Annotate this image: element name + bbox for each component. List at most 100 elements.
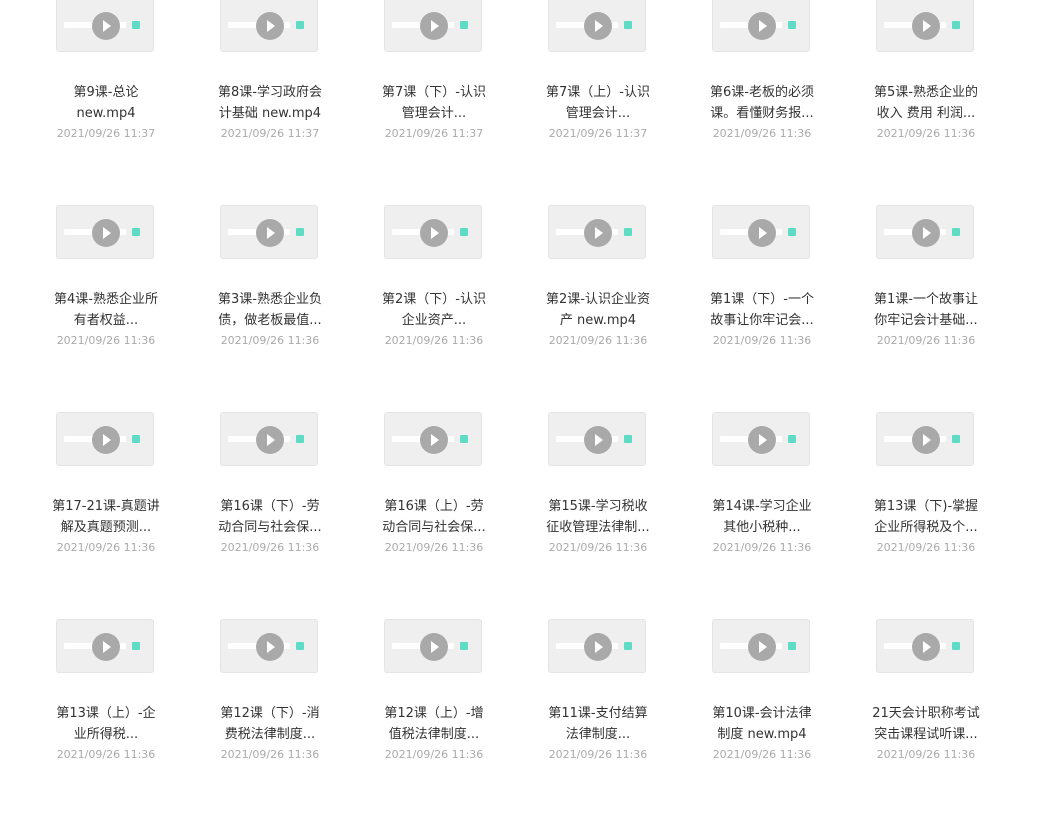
file-name-line2: 产 new.mp4 [559, 313, 637, 328]
file-name[interactable]: 21天会计职称考试 突击课程试听课... [844, 703, 1008, 745]
file-name[interactable]: 第12课（上）-增 值税法律制度... [352, 703, 516, 745]
file-name[interactable]: 第13课（下)-掌握 企业所得税及个... [844, 496, 1008, 538]
file-item[interactable]: 第11课-支付结算 法律制度... 2021/09/26 11:36 [516, 619, 680, 819]
video-thumbnail[interactable] [384, 205, 482, 259]
file-date: 2021/09/26 11:36 [220, 334, 320, 347]
play-icon [420, 426, 448, 454]
file-date: 2021/09/26 11:36 [876, 127, 976, 140]
file-item[interactable]: 第13课（下)-掌握 企业所得税及个... 2021/09/26 11:36 [844, 412, 1008, 612]
file-item[interactable]: 第2课-认识企业资 产 new.mp4 2021/09/26 11:36 [516, 205, 680, 405]
file-item[interactable]: 第9课-总论 new.mp4 2021/09/26 11:37 [24, 0, 188, 198]
file-name-line1: 第13课（下)-掌握 [873, 499, 979, 514]
file-name[interactable]: 第16课（下）-劳 动合同与社会保... [188, 496, 352, 538]
file-name-line1: 第14课-学习企业 [712, 499, 812, 514]
play-icon [256, 633, 284, 661]
file-item[interactable]: 21天会计职称考试 突击课程试听课... 2021/09/26 11:36 [844, 619, 1008, 819]
file-name[interactable]: 第5课-熟悉企业的 收入 费用 利润... [844, 82, 1008, 124]
file-item[interactable]: 第4课-熟悉企业所 有者权益... 2021/09/26 11:36 [24, 205, 188, 405]
file-date: 2021/09/26 11:37 [548, 127, 648, 140]
video-thumbnail[interactable] [548, 619, 646, 673]
video-thumbnail[interactable] [548, 205, 646, 259]
status-dot-icon [296, 642, 304, 650]
file-item[interactable]: 第6课-老板的必须 课。看懂财务报... 2021/09/26 11:36 [680, 0, 844, 198]
file-name[interactable]: 第17-21课-真题讲 解及真题预测... [24, 496, 188, 538]
status-dot-icon [788, 642, 796, 650]
play-icon [420, 12, 448, 40]
video-thumbnail[interactable] [220, 0, 318, 52]
video-thumbnail[interactable] [220, 412, 318, 466]
file-item[interactable]: 第5课-熟悉企业的 收入 费用 利润... 2021/09/26 11:36 [844, 0, 1008, 198]
file-name-line1: 第10课-会计法律 [712, 706, 812, 721]
video-thumbnail[interactable] [384, 0, 482, 52]
play-icon [584, 12, 612, 40]
video-thumbnail[interactable] [56, 0, 154, 52]
video-thumbnail[interactable] [712, 0, 810, 52]
file-date: 2021/09/26 11:37 [56, 127, 156, 140]
video-thumbnail[interactable] [712, 412, 810, 466]
file-name[interactable]: 第13课（上）-企 业所得税... [24, 703, 188, 745]
file-name[interactable]: 第7课（下）-认识 管理会计... [352, 82, 516, 124]
file-name-line2: 有者权益... [73, 313, 139, 328]
file-name[interactable]: 第14课-学习企业 其他小税种... [680, 496, 844, 538]
video-thumbnail[interactable] [56, 205, 154, 259]
file-name-line2: 动合同与社会保... [218, 520, 322, 535]
file-name-line1: 第7课（上）-认识 [546, 85, 650, 100]
video-thumbnail[interactable] [712, 619, 810, 673]
file-name[interactable]: 第10课-会计法律 制度 new.mp4 [680, 703, 844, 745]
file-item[interactable]: 第1课（下）-一个 故事让你牢记会... 2021/09/26 11:36 [680, 205, 844, 405]
video-thumbnail[interactable] [876, 619, 974, 673]
video-thumbnail[interactable] [384, 412, 482, 466]
video-thumbnail[interactable] [876, 205, 974, 259]
video-thumbnail[interactable] [384, 619, 482, 673]
file-name[interactable]: 第1课（下）-一个 故事让你牢记会... [680, 289, 844, 331]
file-item[interactable]: 第2课（下）-认识 企业资产... 2021/09/26 11:36 [352, 205, 516, 405]
file-name[interactable]: 第9课-总论 new.mp4 [24, 82, 188, 124]
file-name[interactable]: 第16课（上）-劳 动合同与社会保... [352, 496, 516, 538]
file-date: 2021/09/26 11:36 [56, 334, 156, 347]
status-dot-icon [952, 21, 960, 29]
file-name[interactable]: 第2课-认识企业资 产 new.mp4 [516, 289, 680, 331]
file-item[interactable]: 第7课（上）-认识 管理会计... 2021/09/26 11:37 [516, 0, 680, 198]
file-item[interactable]: 第13课（上）-企 业所得税... 2021/09/26 11:36 [24, 619, 188, 819]
video-thumbnail[interactable] [712, 205, 810, 259]
file-item[interactable]: 第15课-学习税收 征收管理法律制... 2021/09/26 11:36 [516, 412, 680, 612]
file-name-line1: 第1课-一个故事让 [874, 292, 978, 307]
file-name[interactable]: 第15课-学习税收 征收管理法律制... [516, 496, 680, 538]
file-name-line2: 费税法律制度... [224, 727, 316, 742]
file-name[interactable]: 第1课-一个故事让 你牢记会计基础... [844, 289, 1008, 331]
play-icon [92, 12, 120, 40]
file-item[interactable]: 第12课（上）-增 值税法律制度... 2021/09/26 11:36 [352, 619, 516, 819]
video-thumbnail[interactable] [220, 205, 318, 259]
file-item[interactable]: 第16课（上）-劳 动合同与社会保... 2021/09/26 11:36 [352, 412, 516, 612]
file-name-line1: 第17-21课-真题讲 [52, 499, 160, 514]
file-item[interactable]: 第3课-熟悉企业负 债，做老板最值... 2021/09/26 11:36 [188, 205, 352, 405]
file-name-line2: 突击课程试听课... [874, 727, 978, 742]
file-item[interactable]: 第17-21课-真题讲 解及真题预测... 2021/09/26 11:36 [24, 412, 188, 612]
file-name[interactable]: 第6课-老板的必须 课。看懂财务报... [680, 82, 844, 124]
file-name[interactable]: 第7课（上）-认识 管理会计... [516, 82, 680, 124]
file-item[interactable]: 第1课-一个故事让 你牢记会计基础... 2021/09/26 11:36 [844, 205, 1008, 405]
status-dot-icon [296, 228, 304, 236]
video-thumbnail[interactable] [220, 619, 318, 673]
file-item[interactable]: 第12课（下）-消 费税法律制度... 2021/09/26 11:36 [188, 619, 352, 819]
video-thumbnail[interactable] [56, 412, 154, 466]
video-thumbnail[interactable] [876, 0, 974, 52]
status-dot-icon [788, 435, 796, 443]
video-thumbnail[interactable] [56, 619, 154, 673]
file-item[interactable]: 第7课（下）-认识 管理会计... 2021/09/26 11:37 [352, 0, 516, 198]
file-item[interactable]: 第8课-学习政府会 计基础 new.mp4 2021/09/26 11:37 [188, 0, 352, 198]
file-name-line1: 第13课（上）-企 [56, 706, 156, 721]
video-thumbnail[interactable] [548, 412, 646, 466]
video-thumbnail[interactable] [876, 412, 974, 466]
file-name[interactable]: 第12课（下）-消 费税法律制度... [188, 703, 352, 745]
file-item[interactable]: 第10课-会计法律 制度 new.mp4 2021/09/26 11:36 [680, 619, 844, 819]
file-name[interactable]: 第2课（下）-认识 企业资产... [352, 289, 516, 331]
file-name[interactable]: 第8课-学习政府会 计基础 new.mp4 [188, 82, 352, 124]
file-name[interactable]: 第4课-熟悉企业所 有者权益... [24, 289, 188, 331]
video-thumbnail[interactable] [548, 0, 646, 52]
status-dot-icon [460, 228, 468, 236]
file-name[interactable]: 第11课-支付结算 法律制度... [516, 703, 680, 745]
file-name[interactable]: 第3课-熟悉企业负 债，做老板最值... [188, 289, 352, 331]
file-item[interactable]: 第14课-学习企业 其他小税种... 2021/09/26 11:36 [680, 412, 844, 612]
file-item[interactable]: 第16课（下）-劳 动合同与社会保... 2021/09/26 11:36 [188, 412, 352, 612]
